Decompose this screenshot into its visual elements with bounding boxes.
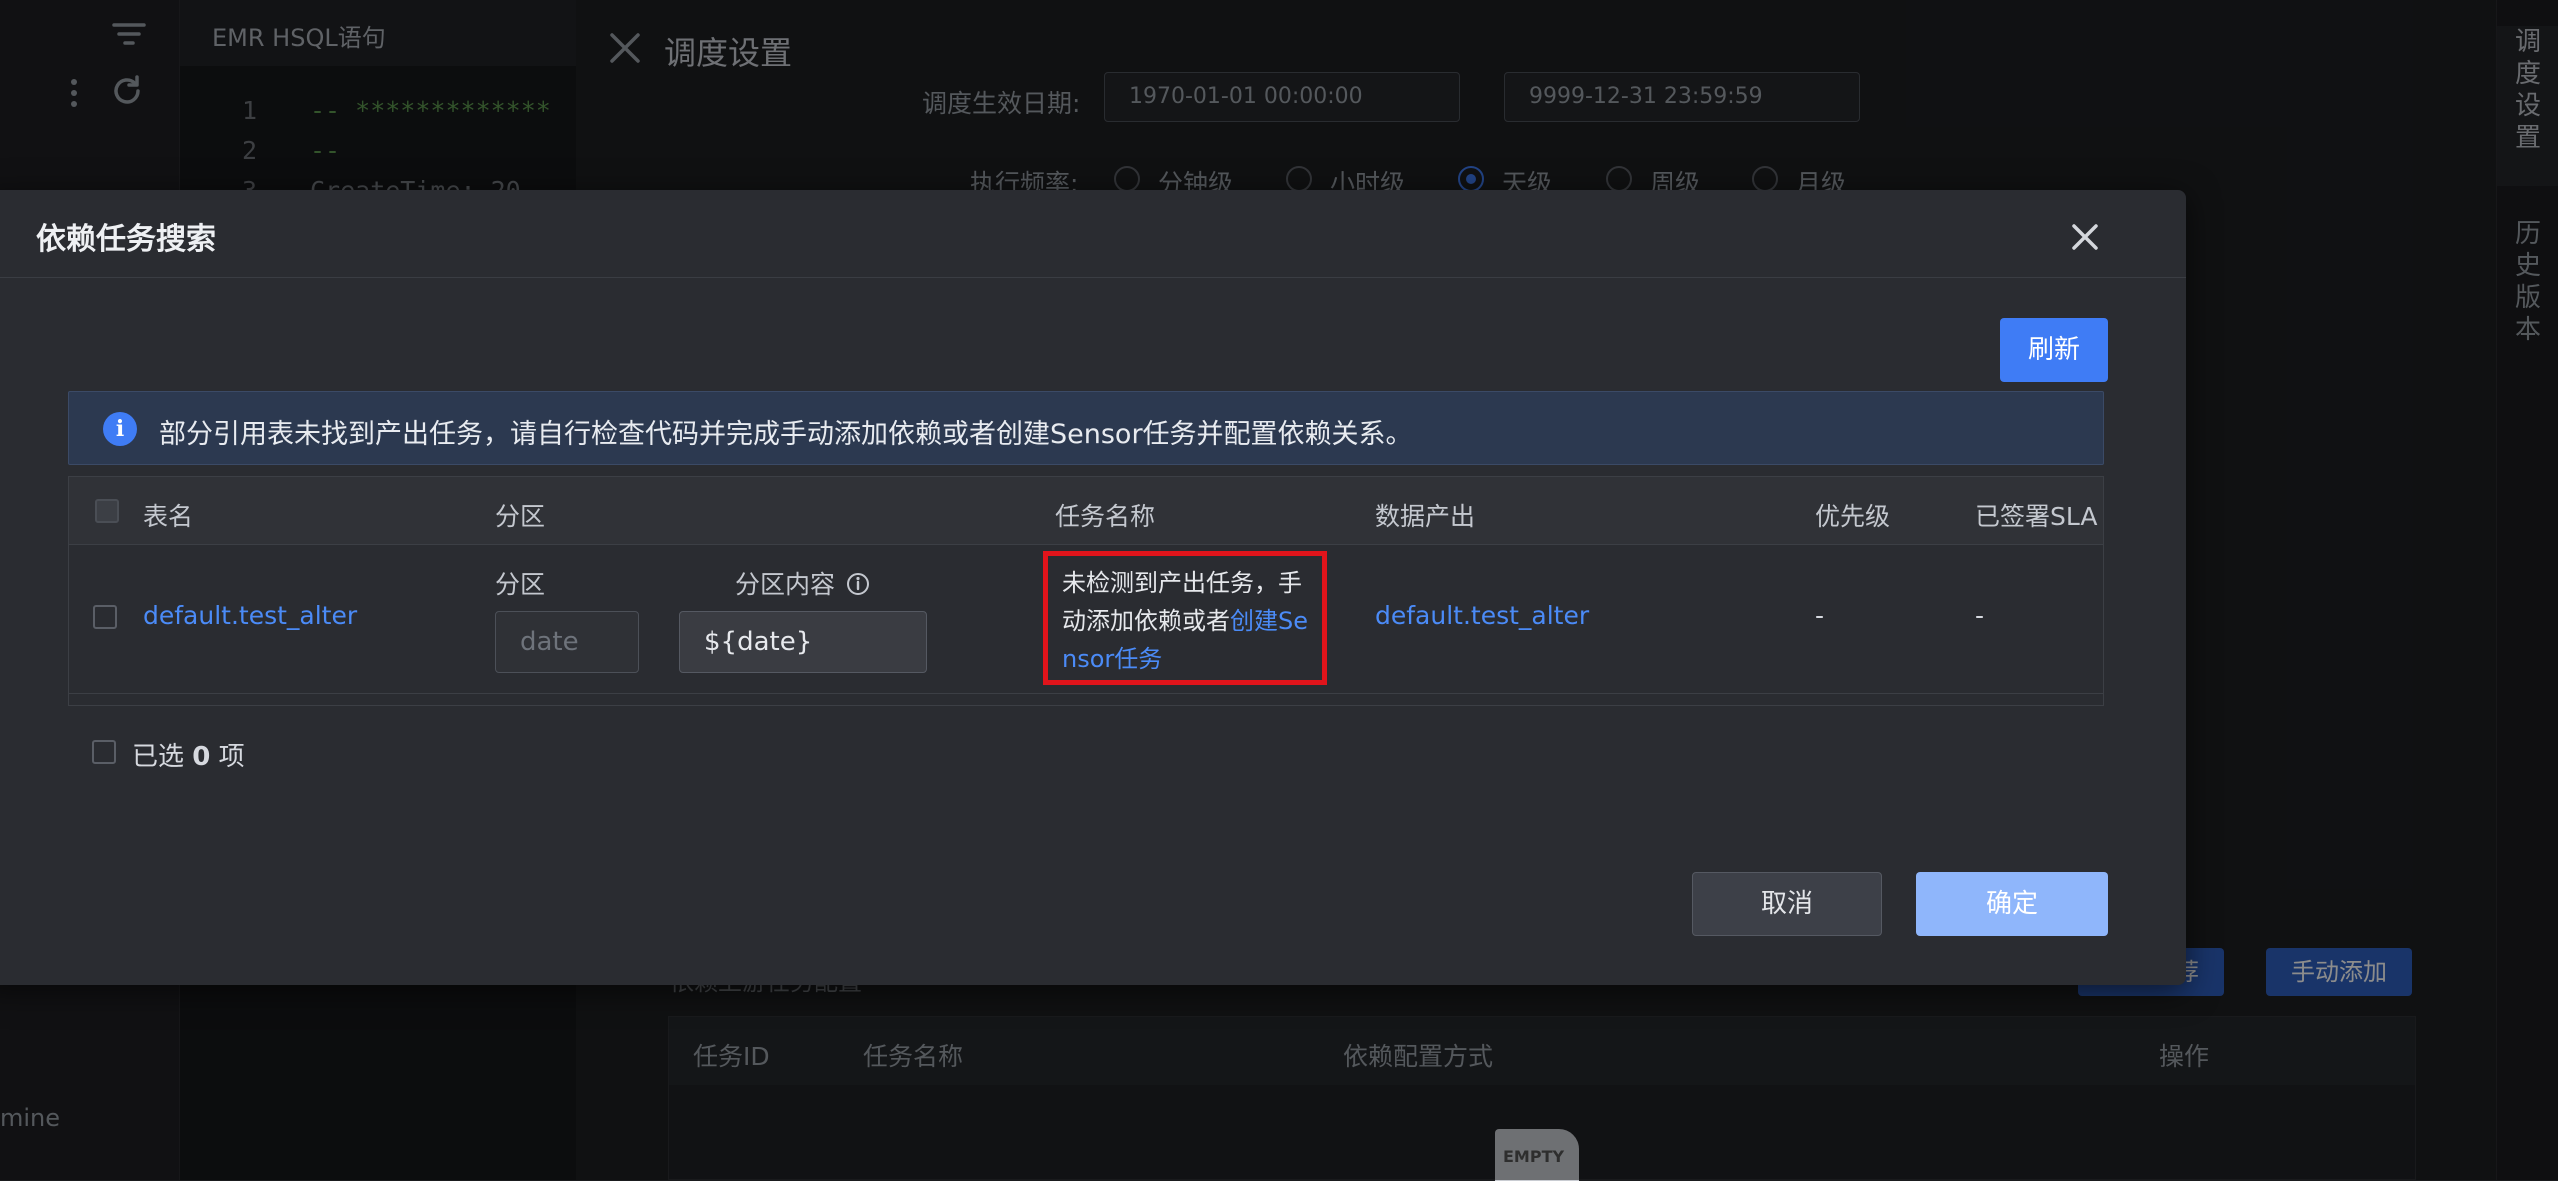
task-name-cell: 未检测到产出任务，手动添加依赖或者创建Sensor任务: [1062, 564, 1318, 678]
modal-close-icon[interactable]: [2070, 216, 2100, 262]
table-row: default.test_alter 分区 分区内容 date ${date} …: [69, 545, 2103, 693]
sla-value: -: [1975, 601, 1985, 630]
col-task-name: 任务名称: [1055, 502, 1156, 531]
selected-number: 0: [192, 742, 211, 772]
alert-text: 部分引用表未找到产出任务，请自行检查代码并完成手动添加依赖或者创建Sensor任…: [159, 419, 1413, 450]
row-checkbox[interactable]: [93, 605, 117, 629]
partition-content-input[interactable]: ${date}: [679, 611, 927, 673]
selected-suffix: 项: [218, 742, 245, 772]
data-output-link[interactable]: default.test_alter: [1375, 601, 1589, 630]
col-priority: 优先级: [1815, 502, 1891, 531]
row-table-name-link[interactable]: default.test_alter: [143, 601, 357, 630]
task-name-highlight-box: 未检测到产出任务，手动添加依赖或者创建Sensor任务: [1043, 551, 1327, 685]
partition-content-label: 分区内容: [735, 570, 836, 599]
info-alert: i 部分引用表未找到产出任务，请自行检查代码并完成手动添加依赖或者创建Senso…: [68, 391, 2104, 465]
refresh-button[interactable]: 刷新: [2000, 318, 2108, 382]
partition-label: 分区: [495, 570, 546, 599]
table-header: 表名 分区 任务名称 数据产出 优先级 已签署SLA: [69, 477, 2103, 545]
cancel-button[interactable]: 取消: [1692, 872, 1882, 936]
footer-select-checkbox[interactable]: [92, 740, 116, 764]
modal-title: 依赖任务搜索: [36, 222, 216, 257]
info-icon: i: [103, 412, 137, 446]
dependency-search-modal: 依赖任务搜索 刷新 i 部分引用表未找到产出任务，请自行检查代码并完成手动添加依…: [0, 190, 2186, 985]
col-partition: 分区: [495, 502, 546, 531]
select-all-checkbox[interactable]: [95, 499, 119, 523]
col-sla: 已签署SLA: [1975, 502, 2098, 531]
col-table-name: 表名: [143, 502, 194, 531]
priority-value: -: [1815, 601, 1825, 630]
info-circle-icon[interactable]: [846, 572, 870, 600]
selected-prefix: 已选: [132, 742, 185, 772]
selected-count: 已选 0 项: [132, 736, 245, 773]
confirm-button[interactable]: 确定: [1916, 872, 2108, 936]
dependency-table: 表名 分区 任务名称 数据产出 优先级 已签署SLA default.test_…: [68, 476, 2104, 706]
modal-header: 依赖任务搜索: [0, 190, 2186, 278]
col-data-output: 数据产出: [1375, 502, 1476, 531]
partition-input[interactable]: date: [495, 611, 639, 673]
row-divider: [69, 693, 2103, 694]
partition-content-header: 分区内容: [735, 565, 870, 601]
